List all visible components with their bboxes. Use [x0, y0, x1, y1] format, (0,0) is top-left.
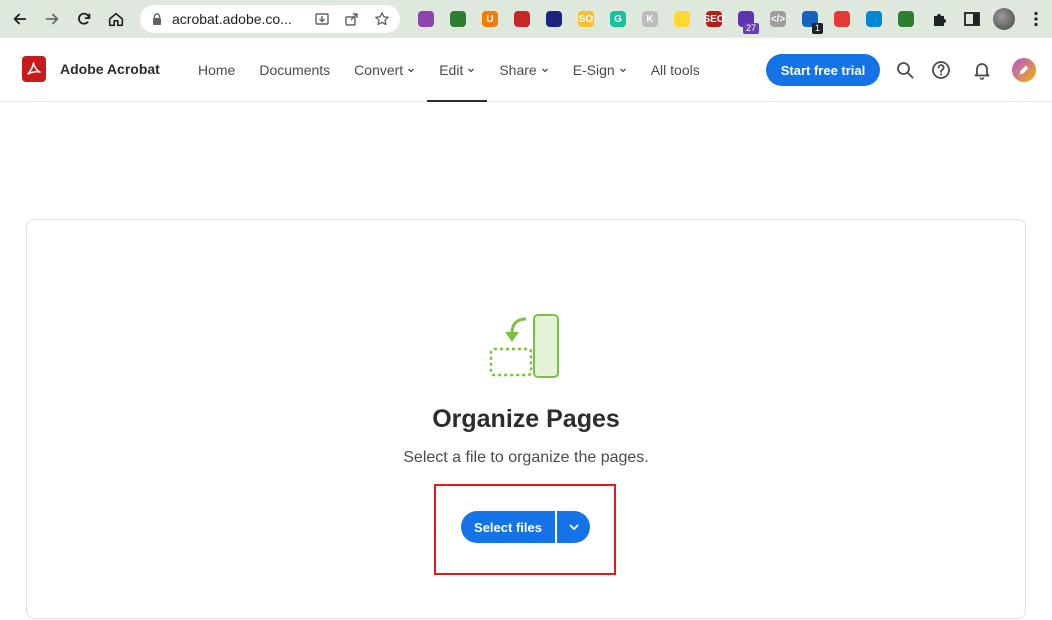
bookmark-extension-button[interactable]: [666, 0, 698, 38]
target-extension-button[interactable]: [858, 0, 890, 38]
organize-pages-illustration-icon: [489, 314, 559, 378]
nav-item-documents[interactable]: Documents: [247, 38, 342, 102]
wave-extension-icon: [546, 11, 562, 27]
pencil-icon: [1019, 65, 1029, 75]
ublock-extension-icon: U: [482, 11, 498, 27]
chevron-down-icon: [541, 68, 548, 73]
bookmark-star-icon[interactable]: [374, 11, 390, 27]
nav-item-all-tools[interactable]: All tools: [639, 38, 712, 102]
nav-item-label: Edit: [439, 62, 464, 78]
seo-extension-button[interactable]: SO: [570, 0, 602, 38]
link-extension-button[interactable]: 1: [794, 0, 826, 38]
alien-extension-button[interactable]: [890, 0, 922, 38]
nav-item-label: Share: [499, 62, 537, 78]
start-free-trial-button[interactable]: Start free trial: [766, 54, 880, 86]
wave-extension-button[interactable]: [538, 0, 570, 38]
share-page-icon[interactable]: [344, 11, 360, 27]
forward-button[interactable]: [36, 0, 68, 38]
chevron-down-icon: [569, 524, 578, 530]
quill-extension-icon: [418, 11, 434, 27]
nav-item-convert[interactable]: Convert: [342, 38, 427, 102]
code-extension-icon: </>: [770, 11, 786, 27]
site-header: Adobe Acrobat Home Documents Convert Edit Sh…: [0, 38, 1052, 102]
k-extension-icon: K: [642, 11, 658, 27]
profile-button[interactable]: [988, 0, 1020, 38]
extensions-button[interactable]: [924, 0, 956, 38]
home-icon: [108, 12, 124, 27]
globe-extension-button[interactable]: [442, 0, 474, 38]
seo-extension-icon: SO: [578, 11, 594, 27]
nav-item-e-sign[interactable]: E-Sign: [561, 38, 639, 102]
home-button[interactable]: [100, 0, 132, 38]
side-panel-button[interactable]: [956, 0, 988, 38]
select-files-dropdown-button[interactable]: [557, 511, 590, 543]
kebab-menu-icon: [1034, 11, 1038, 27]
back-arrow-icon: [13, 13, 27, 25]
grammarly-extension-icon: G: [610, 11, 626, 27]
back-button[interactable]: [4, 0, 36, 38]
main-nav: Home Documents Convert Edit Share E-Sign All t…: [186, 38, 712, 102]
nav-item-home[interactable]: Home: [186, 38, 247, 102]
seo-tool-extension-icon: SEO: [703, 11, 725, 27]
select-files-button[interactable]: Select files: [461, 511, 555, 543]
puzzle-icon: [934, 14, 946, 26]
ublock-extension-button[interactable]: U: [474, 0, 506, 38]
side-panel-icon: [964, 12, 980, 26]
brand[interactable]: Adobe Acrobat: [22, 56, 160, 82]
nav-item-label: All tools: [650, 62, 700, 78]
code-extension-button[interactable]: </>: [762, 0, 794, 38]
nav-item-label: Home: [198, 62, 236, 78]
nav-item-share[interactable]: Share: [487, 38, 560, 102]
eyes-extension-icon: [514, 11, 530, 27]
grad-cap-extension-button[interactable]: 27: [730, 0, 762, 38]
page-subtitle: Select a file to organize the pages.: [403, 449, 649, 466]
color-extension-icon: [834, 11, 850, 27]
help-icon[interactable]: [931, 60, 951, 80]
brand-name: Adobe Acrobat: [60, 61, 160, 77]
reload-icon: [78, 12, 91, 25]
url-text: acrobat.adobe.co...: [172, 11, 292, 27]
nav-item-edit[interactable]: Edit: [427, 38, 488, 102]
alien-extension-icon: [898, 11, 914, 27]
target-extension-icon: [866, 11, 882, 27]
chevron-down-icon: [408, 68, 415, 73]
select-files-group: Select files: [461, 511, 590, 543]
address-bar[interactable]: acrobat.adobe.co...: [140, 5, 400, 33]
nav-item-label: Documents: [259, 62, 331, 78]
quill-extension-button[interactable]: [410, 0, 442, 38]
acrobat-logo-icon: [22, 56, 46, 82]
k-extension-button[interactable]: K: [634, 0, 666, 38]
nav-item-label: E-Sign: [572, 62, 615, 78]
lock-icon: [153, 13, 161, 25]
chevron-down-icon: [619, 68, 626, 73]
user-avatar[interactable]: [1012, 58, 1036, 82]
install-app-icon[interactable]: [314, 11, 330, 27]
page-title: Organize Pages: [432, 405, 620, 433]
nav-item-label: Convert: [354, 62, 404, 78]
grammarly-extension-button[interactable]: G: [602, 0, 634, 38]
chevron-down-icon: [468, 68, 475, 73]
search-icon[interactable]: [895, 60, 915, 80]
browser-menu-button[interactable]: [1020, 0, 1052, 38]
reload-button[interactable]: [68, 0, 100, 38]
seo-tool-extension-button[interactable]: SEO: [698, 0, 730, 38]
eyes-extension-button[interactable]: [506, 0, 538, 38]
color-extension-button[interactable]: [826, 0, 858, 38]
forward-arrow-icon: [45, 13, 59, 25]
notifications-bell-icon[interactable]: [972, 60, 992, 80]
extension-badge: 1: [811, 23, 823, 34]
browser-toolbar: acrobat.adobe.co... U SO G K SEO 27 </> 1: [0, 0, 1052, 38]
extension-badge: 27: [742, 23, 759, 34]
bookmark-extension-icon: [674, 11, 690, 27]
extensions-bar: U SO G K SEO 27 </> 1: [410, 0, 922, 38]
profile-avatar: [993, 8, 1015, 30]
globe-extension-icon: [450, 11, 466, 27]
